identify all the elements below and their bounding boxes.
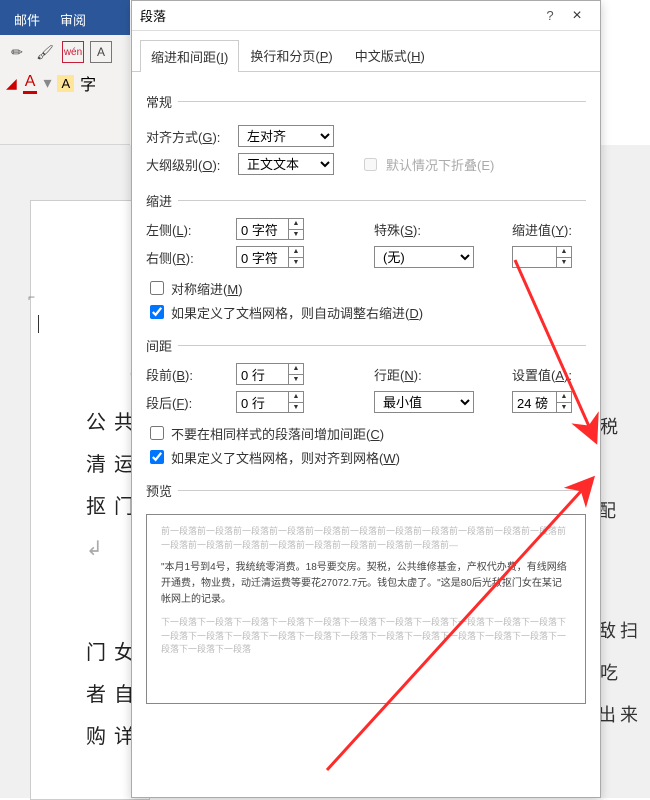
preview-gray-after: 下一段落下一段落下一段落下一段落下一段落下一段落下一段落下一段落下一段落下一段落… [161,616,571,657]
indent-right-label: 右侧(R): [146,248,232,267]
collapse-label: 默认情况下折叠(E) [386,155,494,174]
indent-left-spinner[interactable]: ▲▼ [288,218,304,240]
auto-adjust-label: 如果定义了文档网格，则自动调整右缩进(D) [171,303,423,322]
dialog-title: 段落 [140,6,538,25]
indent-value-input[interactable] [512,246,556,268]
indent-left-input[interactable] [236,218,288,240]
special-select[interactable]: (无) [374,246,474,268]
ribbon-tab-mail[interactable]: 邮件 [10,8,44,31]
pinyin-icon[interactable]: wén [62,41,84,63]
eraser-icon[interactable]: ✏ [6,41,28,63]
preview-gray-before: 前一段落前一段落前一段落前一段落前一段落前一段落前一段落前一段落前一段落前一段落… [161,525,571,552]
special-label: 特殊(S): [374,220,454,239]
help-button[interactable]: ? [538,8,562,23]
tab-asian-typography[interactable]: 中文版式(H) [344,39,436,71]
indent-value-label: 缩进值(Y): [512,220,586,239]
collapse-checkbox [364,158,377,171]
cursor-icon [38,315,39,333]
general-group: 常规 对齐方式(G): 左对齐 大纲级别(O): 正文文本 默认情况下折叠(E) [146,92,586,181]
snap-grid-label: 如果定义了文档网格，则对齐到网格(W) [171,448,400,467]
set-value-input[interactable] [512,391,556,413]
space-before-label: 段前(B): [146,365,232,384]
close-button[interactable]: × [562,7,592,25]
space-before-spinner[interactable]: ▲▼ [288,363,304,385]
spacing-legend: 间距 [146,336,178,355]
alignment-label: 对齐方式(G): [146,127,232,146]
char-icon[interactable]: 字 [80,71,96,95]
no-same-style-checkbox[interactable] [150,426,164,440]
preview-group: 预览 前一段落前一段落前一段落前一段落前一段落前一段落前一段落前一段落前一段落前… [146,481,586,704]
space-before-input[interactable] [236,363,288,385]
font-color-icon[interactable]: ◢ [6,75,17,92]
mirror-indent-checkbox[interactable] [150,281,164,295]
outline-select[interactable]: 正文文本 [238,153,334,175]
outline-label: 大纲级别(O): [146,155,232,174]
ruler-mark: ⌐ [28,290,35,304]
snap-grid-checkbox[interactable] [150,450,164,464]
dialog-tabs: 缩进和间距(I) 换行和分页(P) 中文版式(H) [132,31,600,72]
auto-adjust-checkbox[interactable] [150,305,164,319]
line-spacing-label: 行距(N): [374,365,454,384]
indent-legend: 缩进 [146,191,178,210]
alignment-select[interactable]: 左对齐 [238,125,334,147]
paragraph-dialog: 段落 ? × 缩进和间距(I) 换行和分页(P) 中文版式(H) 常规 对齐方式… [131,0,601,798]
brush-icon[interactable]: 🖌 [34,41,56,63]
indent-value-spinner[interactable]: ▲▼ [556,246,572,268]
spacing-group: 间距 段前(B): ▲▼ 行距(N): 设置值(A): 段后(F): ▲▼ 最小… [146,336,586,471]
mirror-indent-label: 对称缩进(M) [171,279,243,298]
ribbon-tab-review[interactable]: 审阅 [56,8,90,31]
space-after-label: 段后(F): [146,393,232,412]
titlebar: 段落 ? × [132,1,600,31]
ribbon-tabs: 邮件 审阅 [0,0,130,35]
indent-right-input[interactable] [236,246,288,268]
preview-box: 前一段落前一段落前一段落前一段落前一段落前一段落前一段落前一段落前一段落前一段落… [146,514,586,704]
highlight-icon[interactable]: A [57,75,74,92]
preview-sample: "本月1号到4号，我统统零消费。18号要交房。契税，公共维修基金，产权代办费，有… [161,560,571,608]
tab-indent-spacing[interactable]: 缩进和间距(I) [140,40,239,72]
set-value-label: 设置值(A): [512,365,586,384]
indent-group: 缩进 左侧(L): ▲▼ 特殊(S): 缩进值(Y): 右侧(R): ▲▼ (无… [146,191,586,326]
indent-right-spinner[interactable]: ▲▼ [288,246,304,268]
indent-left-label: 左侧(L): [146,220,232,239]
general-legend: 常规 [146,92,178,111]
line-spacing-select[interactable]: 最小值 [374,391,474,413]
preview-legend: 预览 [146,481,178,500]
space-after-spinner[interactable]: ▲▼ [288,391,304,413]
char-border-icon[interactable]: A [90,41,112,63]
tab-line-page-breaks[interactable]: 换行和分页(P) [239,39,343,71]
font-color-dropdown-icon[interactable]: A [23,73,38,94]
ribbon-area: 邮件 审阅 ✏ 🖌 wén A ◢ A ▾ A 字 [0,0,130,145]
space-after-input[interactable] [236,391,288,413]
set-value-spinner[interactable]: ▲▼ [556,391,572,413]
no-same-style-label: 不要在相同样式的段落间增加间距(C) [171,424,384,443]
